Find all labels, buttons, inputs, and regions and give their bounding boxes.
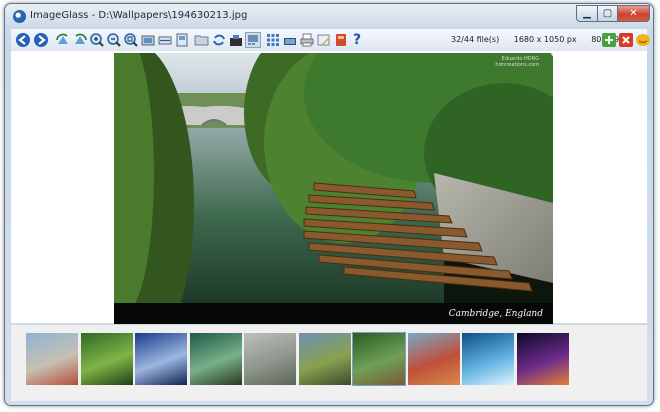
scale-to-width-icon[interactable] [157, 32, 173, 48]
set-wallpaper-icon[interactable] [228, 32, 244, 48]
thumbnail-blue-bubbles[interactable] [462, 333, 514, 385]
forward-icon[interactable] [33, 32, 49, 48]
thumbnail-colorful-swirl[interactable] [516, 333, 569, 385]
thumbnail-autumn-lake[interactable] [407, 333, 460, 385]
zoom-fit-icon[interactable] [123, 32, 139, 48]
actual-size-icon[interactable] [140, 32, 156, 48]
photo-caption: Cambridge, England [448, 309, 543, 319]
maximize-button[interactable]: ▢ [597, 5, 618, 22]
thumbnail-bar [11, 324, 647, 401]
zoom-in-icon[interactable] [89, 32, 105, 48]
thumbnail-green-grass[interactable] [80, 333, 133, 385]
main-image[interactable]: Eduardo HDRG hdrcreations.com Cambridge,… [114, 53, 553, 325]
thumbnail-mountain-field[interactable] [298, 333, 351, 385]
file-count: 32/44 file(s) [451, 35, 500, 44]
thumbnail-blue-sky-clouds[interactable] [135, 333, 187, 385]
cambridge-river-photo [114, 53, 553, 325]
close-button[interactable]: ✕ [617, 5, 650, 22]
like-icon[interactable] [635, 32, 651, 48]
thumbnail-tree-planet[interactable] [189, 333, 242, 385]
title-bar: ImageGlass - D:\Wallpapers\194630213.jpg… [5, 4, 653, 28]
rotate-right-icon[interactable] [72, 32, 88, 48]
add-icon[interactable] [601, 32, 617, 48]
toolbar: ? 32/44 file(s) 1680 x 1050 px 807.49 KB [11, 29, 650, 52]
credit-line-2: hdrcreations.com [495, 62, 539, 68]
photo-credit: Eduardo HDRG hdrcreations.com [495, 56, 539, 68]
zoom-out-icon[interactable] [106, 32, 122, 48]
thumbnail-coast-rocks[interactable] [26, 333, 78, 385]
window-title: ImageGlass - D:\Wallpapers\194630213.jpg [30, 10, 248, 21]
minimize-button[interactable]: ▁ [576, 5, 598, 22]
thumbnail-bar-icon[interactable] [245, 32, 261, 48]
grid-checkerboard-icon[interactable] [265, 32, 281, 48]
print-icon[interactable] [299, 32, 315, 48]
back-icon[interactable] [15, 32, 31, 48]
edit-icon[interactable] [316, 32, 332, 48]
image-viewer-area[interactable]: Eduardo HDRG hdrcreations.com Cambridge,… [11, 51, 647, 325]
scale-to-height-icon[interactable] [174, 32, 190, 48]
remove-icon[interactable] [618, 32, 634, 48]
rotate-left-icon[interactable] [55, 32, 71, 48]
refresh-icon[interactable] [211, 32, 227, 48]
imageglass-logo-icon [13, 10, 26, 23]
delete-icon[interactable] [333, 32, 349, 48]
about-help-icon[interactable]: ? [349, 32, 365, 48]
open-folder-icon[interactable] [194, 32, 210, 48]
image-resolution: 1680 x 1050 px [513, 35, 577, 44]
thumbnail-misty-forest[interactable] [244, 333, 296, 385]
app-window: ImageGlass - D:\Wallpapers\194630213.jpg… [4, 3, 654, 406]
slideshow-icon[interactable] [282, 32, 298, 48]
thumbnail-cambridge-river[interactable] [352, 332, 406, 386]
